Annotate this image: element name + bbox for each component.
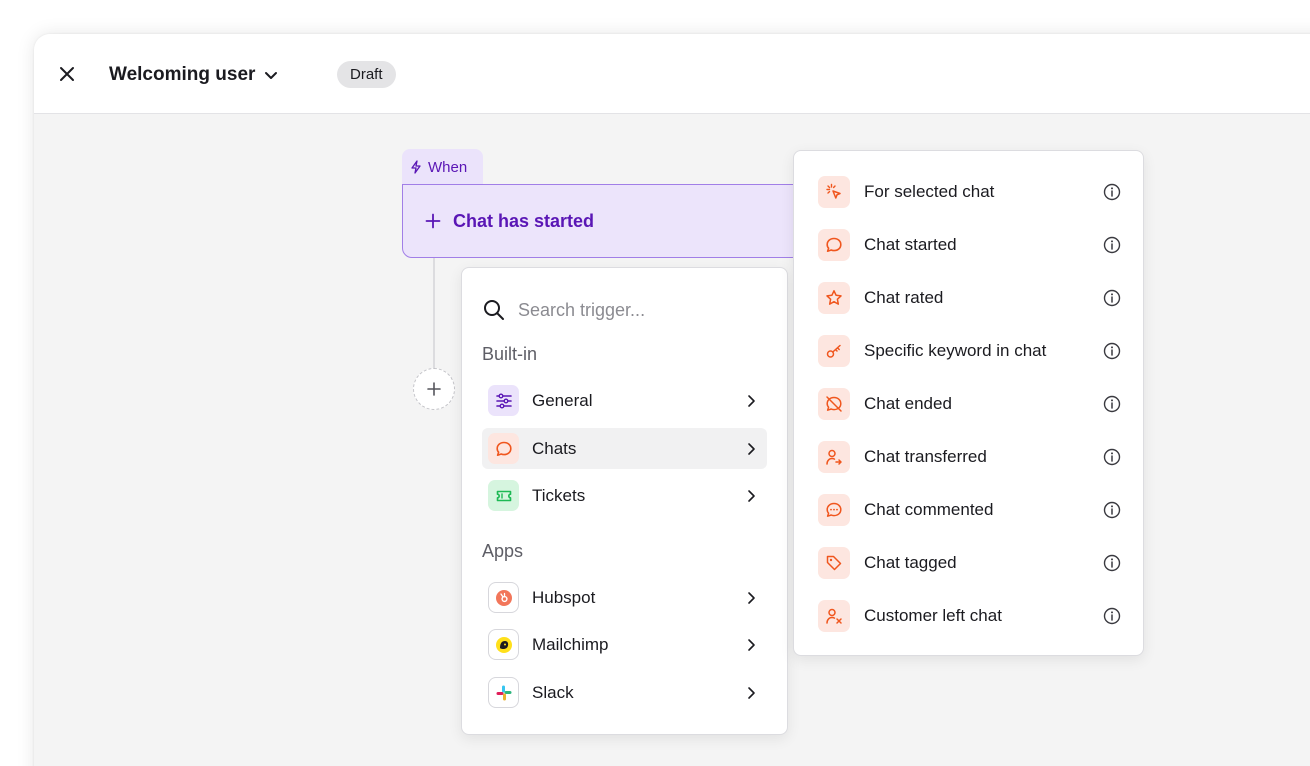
plus-icon (425, 213, 441, 229)
info-icon[interactable] (1102, 606, 1122, 626)
tag-icon (818, 547, 850, 579)
menu-item-label: Mailchimp (532, 634, 609, 654)
mailchimp-icon (488, 629, 519, 660)
when-label: When (428, 158, 468, 176)
workflow-title: Welcoming user (109, 64, 256, 85)
chat-trigger-chat-tagged[interactable]: Chat tagged (818, 545, 1122, 581)
chat-trigger-for-selected-chat[interactable]: For selected chat (818, 174, 1122, 210)
status-badge: Draft (337, 61, 396, 88)
info-icon[interactable] (1102, 394, 1122, 414)
chat-trigger-chat-transferred[interactable]: Chat transferred (818, 439, 1122, 475)
info-icon[interactable] (1102, 447, 1122, 467)
menu-item-label: Slack (532, 682, 574, 702)
chat-trigger-label: Chat commented (864, 500, 994, 519)
section-label-built-in: Built-in (482, 344, 538, 364)
chevron-right-icon (741, 439, 761, 459)
search-input[interactable] (518, 299, 748, 321)
lightning-icon (411, 160, 421, 174)
sliders-icon (488, 385, 519, 416)
workflow-editor-window: Welcoming user Draft When Chat has start… (34, 34, 1310, 766)
star-icon (818, 282, 850, 314)
chat-comment-icon (818, 494, 850, 526)
user-remove-icon (818, 600, 850, 632)
chevron-right-icon (741, 683, 761, 703)
chat-trigger-label: For selected chat (864, 182, 995, 201)
flow-connector-line (433, 257, 435, 370)
info-icon[interactable] (1102, 235, 1122, 255)
search-row (482, 294, 767, 326)
key-icon (818, 335, 850, 367)
slack-icon (488, 677, 519, 708)
trigger-menu: Built-in General Chats (461, 267, 788, 735)
user-transfer-icon (818, 441, 850, 473)
plus-icon (427, 382, 441, 396)
chat-trigger-specific-keyword[interactable]: Specific keyword in chat (818, 333, 1122, 369)
menu-item-chats[interactable]: Chats (482, 428, 767, 469)
cursor-click-icon (818, 176, 850, 208)
chat-trigger-label: Chat started (864, 235, 957, 254)
trigger-block[interactable]: Chat has started (402, 184, 802, 258)
when-tab: When (402, 149, 483, 185)
menu-item-label: General (532, 390, 593, 410)
chat-trigger-label: Chat rated (864, 288, 944, 307)
chevron-right-icon (741, 588, 761, 608)
chat-trigger-label: Specific keyword in chat (864, 341, 1047, 360)
chat-trigger-label: Chat transferred (864, 447, 987, 466)
chat-triggers-submenu: For selected chat Chat started Chat rate… (793, 150, 1144, 656)
chat-off-icon (818, 388, 850, 420)
menu-item-label: Tickets (532, 485, 586, 505)
ticket-icon (488, 480, 519, 511)
info-icon[interactable] (1102, 553, 1122, 573)
menu-item-label: Hubspot (532, 587, 596, 607)
add-step-button[interactable] (413, 368, 455, 410)
chat-trigger-chat-started[interactable]: Chat started (818, 227, 1122, 263)
close-button[interactable] (56, 63, 78, 85)
top-bar: Welcoming user Draft (34, 34, 1310, 114)
close-icon (60, 67, 74, 81)
workflow-title-dropdown[interactable]: Welcoming user (109, 62, 279, 88)
menu-item-slack[interactable]: Slack (482, 672, 767, 713)
chat-trigger-label: Customer left chat (864, 606, 1002, 625)
info-icon[interactable] (1102, 182, 1122, 202)
chat-bubble-icon (488, 433, 519, 464)
chevron-right-icon (741, 486, 761, 506)
info-icon[interactable] (1102, 341, 1122, 361)
chat-trigger-chat-ended[interactable]: Chat ended (818, 386, 1122, 422)
info-icon[interactable] (1102, 288, 1122, 308)
chat-trigger-label: Chat ended (864, 394, 952, 413)
chevron-right-icon (741, 391, 761, 411)
menu-item-mailchimp[interactable]: Mailchimp (482, 624, 767, 665)
chat-trigger-customer-left-chat[interactable]: Customer left chat (818, 598, 1122, 634)
menu-item-general[interactable]: General (482, 380, 767, 421)
menu-item-hubspot[interactable]: Hubspot (482, 577, 767, 618)
info-icon[interactable] (1102, 500, 1122, 520)
chat-trigger-chat-rated[interactable]: Chat rated (818, 280, 1122, 316)
section-label-apps: Apps (482, 541, 524, 561)
menu-item-tickets[interactable]: Tickets (482, 475, 767, 516)
search-icon (484, 300, 504, 320)
hubspot-icon (488, 582, 519, 613)
menu-item-label: Chats (532, 438, 577, 458)
chat-trigger-label: Chat tagged (864, 553, 957, 572)
chevron-down-icon (265, 72, 278, 79)
chat-trigger-chat-commented[interactable]: Chat commented (818, 492, 1122, 528)
trigger-label: Chat has started (453, 210, 595, 231)
chat-bubble-icon (818, 229, 850, 261)
chevron-right-icon (741, 635, 761, 655)
